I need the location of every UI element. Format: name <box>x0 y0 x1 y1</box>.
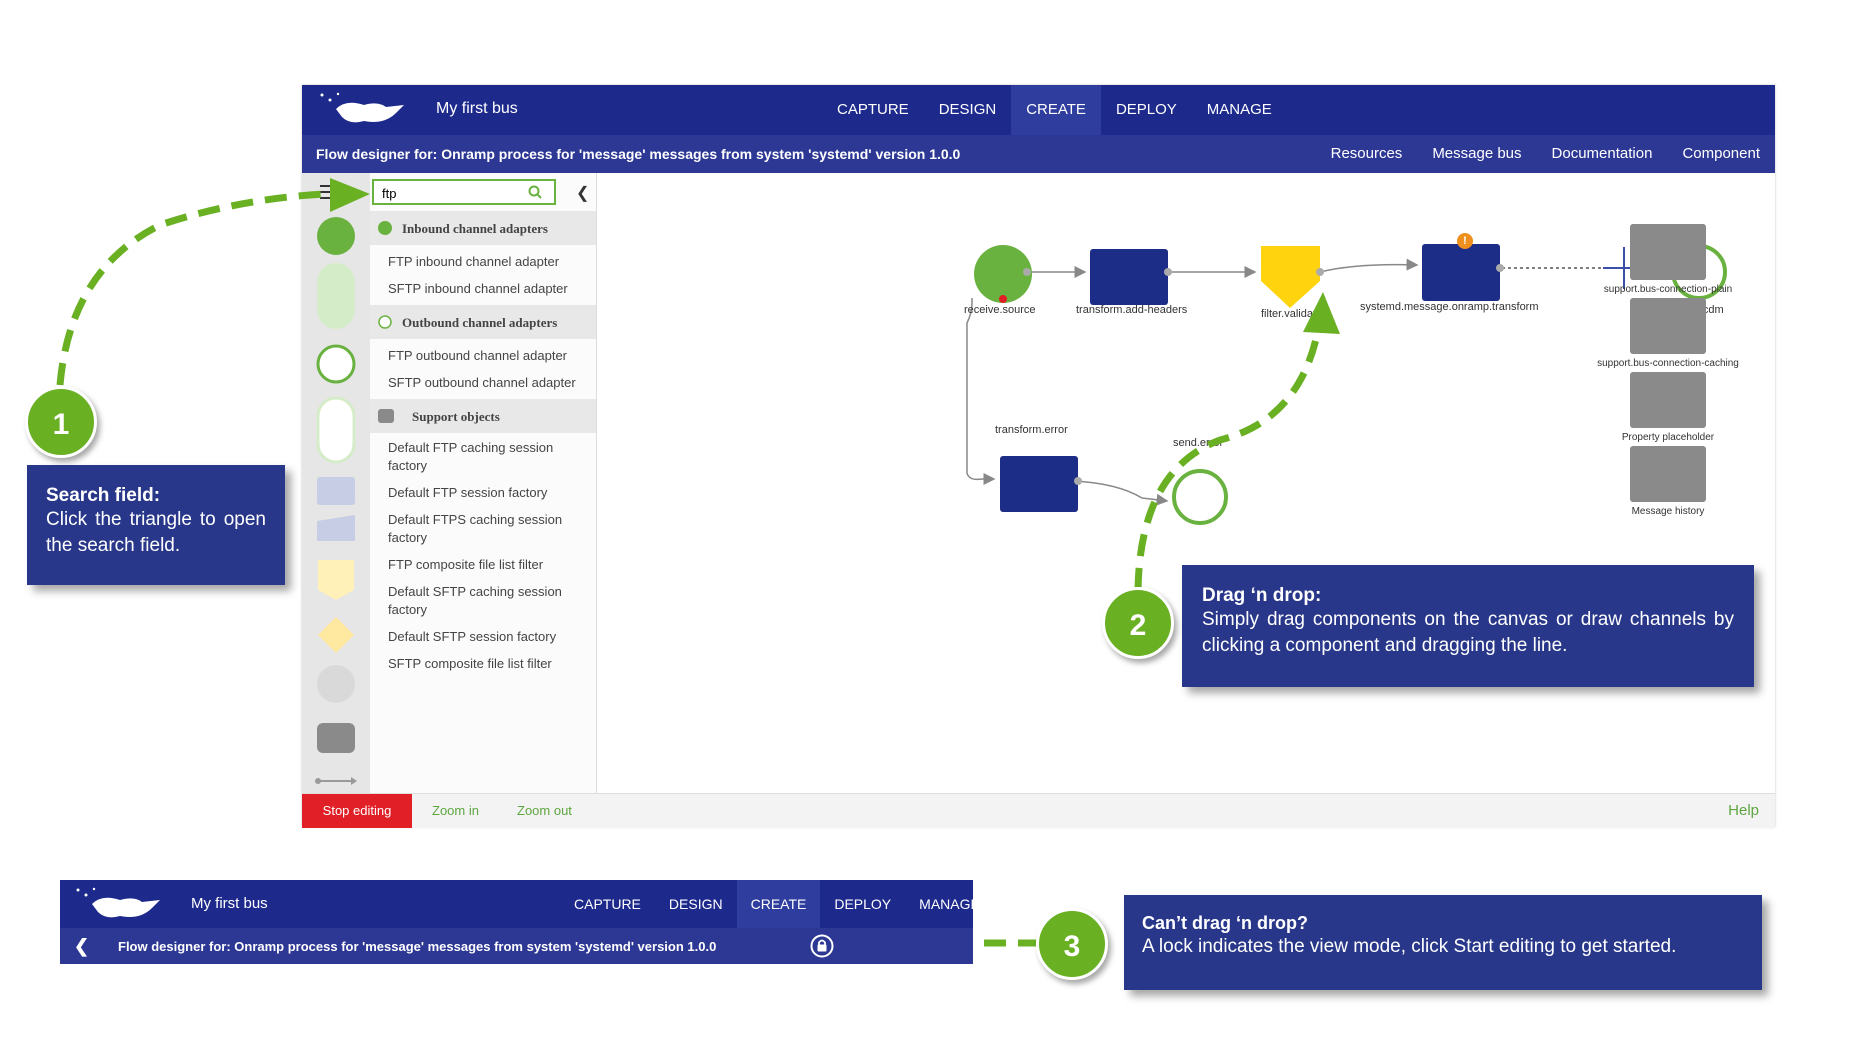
callout-view-mode: Can’t drag ‘n drop? A lock indicates the… <box>1124 895 1762 990</box>
callout-badge-1: 1 <box>25 386 97 458</box>
page-title: Flow designer for: Onramp process for 'm… <box>118 939 717 954</box>
callout-badge-3: 3 <box>1036 908 1108 980</box>
nav-design[interactable]: DESIGN <box>655 880 737 928</box>
logo-icon <box>76 887 160 918</box>
main-nav: CAPTURE DESIGN CREATE DEPLOY MANAGE <box>560 880 994 928</box>
callout-badge-2: 2 <box>1102 587 1174 659</box>
top-navigation-bar: My first bus CAPTURE DESIGN CREATE DEPLO… <box>60 880 980 928</box>
lock-icon[interactable] <box>810 934 834 958</box>
callout-body: Simply drag components on the canvas or … <box>1202 609 1734 656</box>
sub-bar: ❮ Flow designer for: Onramp process for … <box>60 928 973 964</box>
nav-create[interactable]: CREATE <box>736 880 821 928</box>
nav-capture[interactable]: CAPTURE <box>560 880 655 928</box>
callout-title: Can’t drag ‘n drop? <box>1142 913 1308 933</box>
back-icon[interactable]: ❮ <box>74 936 89 957</box>
callout-search-field: Search field: Click the triangle to open… <box>27 465 285 585</box>
callout-body: A lock indicates the view mode, click St… <box>1142 936 1677 957</box>
nav-deploy[interactable]: DEPLOY <box>820 880 905 928</box>
app-name: My first bus <box>191 895 268 912</box>
callout-title: Search field: <box>46 485 161 506</box>
callout-title: Drag ‘n drop: <box>1202 585 1322 606</box>
callout-drag-n-drop: Drag ‘n drop: Simply drag components on … <box>1182 565 1754 687</box>
callout-body: Click the triangle to open the search fi… <box>46 509 266 556</box>
view-mode-header: My first bus CAPTURE DESIGN CREATE DEPLO… <box>60 880 980 964</box>
nav-manage[interactable]: MANAGE <box>905 880 994 928</box>
